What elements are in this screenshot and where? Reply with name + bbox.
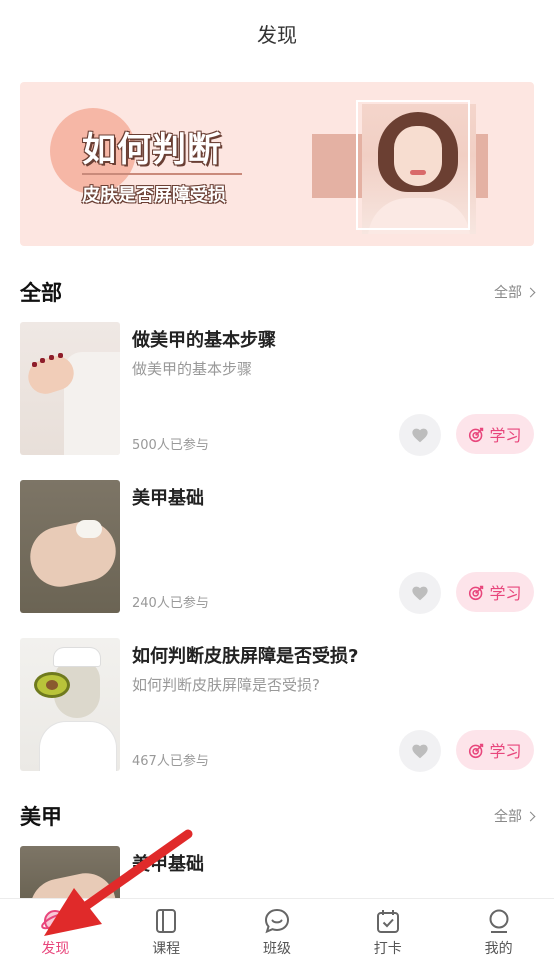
study-button[interactable]: 学习: [456, 572, 534, 612]
target-icon: [469, 427, 484, 442]
tab-class[interactable]: 班级: [222, 899, 333, 960]
section-more-link[interactable]: 全部: [494, 806, 536, 826]
top-bar: 发现: [0, 0, 554, 66]
tab-label: 发现: [41, 941, 70, 957]
banner-divider: [82, 173, 242, 175]
more-label: 全部: [494, 809, 522, 825]
course-title: 做美甲的基本步骤: [132, 330, 276, 351]
study-label: 学习: [489, 742, 522, 761]
section-header-nail: 美甲 全部: [20, 801, 536, 831]
section-header-all: 全部 全部: [20, 277, 536, 307]
course-title: 美甲基础: [132, 854, 204, 875]
tab-label: 课程: [152, 941, 181, 957]
course-thumbnail: [20, 322, 120, 455]
tab-checkin[interactable]: 打卡: [332, 899, 443, 960]
target-icon: [469, 585, 484, 600]
chevron-right-icon: [525, 287, 536, 297]
tab-discover[interactable]: 发现: [0, 899, 111, 960]
study-button[interactable]: 学习: [456, 730, 534, 770]
chevron-right-icon: [525, 811, 536, 821]
section-title: 全部: [20, 281, 62, 305]
study-label: 学习: [489, 426, 522, 445]
promo-banner[interactable]: 如何判断 皮肤是否屏障受损: [20, 82, 534, 246]
tab-label: 班级: [262, 941, 291, 957]
tab-label: 我的: [484, 941, 513, 957]
banner-subline: 皮肤是否屏障受损: [82, 185, 226, 206]
planet-icon: [41, 910, 70, 932]
target-icon: [469, 743, 484, 758]
course-thumbnail: [20, 480, 120, 613]
calendar-check-icon: [376, 910, 399, 933]
study-button[interactable]: 学习: [456, 414, 534, 454]
tab-mine[interactable]: 我的: [443, 899, 554, 960]
course-item[interactable]: 美甲基础 240人已参与 学习: [20, 480, 534, 614]
like-button[interactable]: [399, 730, 441, 772]
like-button[interactable]: [399, 572, 441, 614]
section-more-link[interactable]: 全部: [494, 282, 536, 302]
tab-label: 打卡: [373, 941, 402, 957]
heart-icon: [412, 744, 428, 759]
participant-count: 240人已参与: [132, 596, 209, 611]
tab-courses[interactable]: 课程: [111, 899, 222, 960]
banner-headline: 如何判断: [82, 130, 222, 170]
heart-icon: [412, 586, 428, 601]
study-label: 学习: [489, 584, 522, 603]
heart-icon: [412, 428, 428, 443]
course-title: 美甲基础: [132, 488, 204, 509]
course-item[interactable]: 做美甲的基本步骤 做美甲的基本步骤 500人已参与 学习: [20, 322, 534, 456]
course-title: 如何判断皮肤屏障是否受损?: [132, 646, 359, 667]
chat-bubble-icon: [264, 908, 289, 934]
course-item[interactable]: 如何判断皮肤屏障是否受损? 如何判断皮肤屏障是否受损? 467人已参与 学习: [20, 638, 534, 772]
participant-count: 500人已参与: [132, 438, 209, 453]
user-icon: [489, 909, 509, 933]
bottom-tab-bar: 发现 课程 班级 打卡 我的: [0, 898, 554, 960]
course-thumbnail: [20, 846, 120, 898]
course-thumbnail: [20, 638, 120, 771]
section-title: 美甲: [20, 805, 62, 829]
more-label: 全部: [494, 285, 522, 301]
page-title: 发现: [257, 22, 297, 47]
course-subtitle: 做美甲的基本步骤: [132, 360, 253, 378]
like-button[interactable]: [399, 414, 441, 456]
participant-count: 467人已参与: [132, 754, 209, 769]
book-icon: [156, 909, 177, 933]
banner-photo-frame: [356, 100, 470, 230]
course-subtitle: 如何判断皮肤屏障是否受损?: [132, 676, 320, 694]
course-item[interactable]: 美甲基础: [20, 846, 534, 898]
